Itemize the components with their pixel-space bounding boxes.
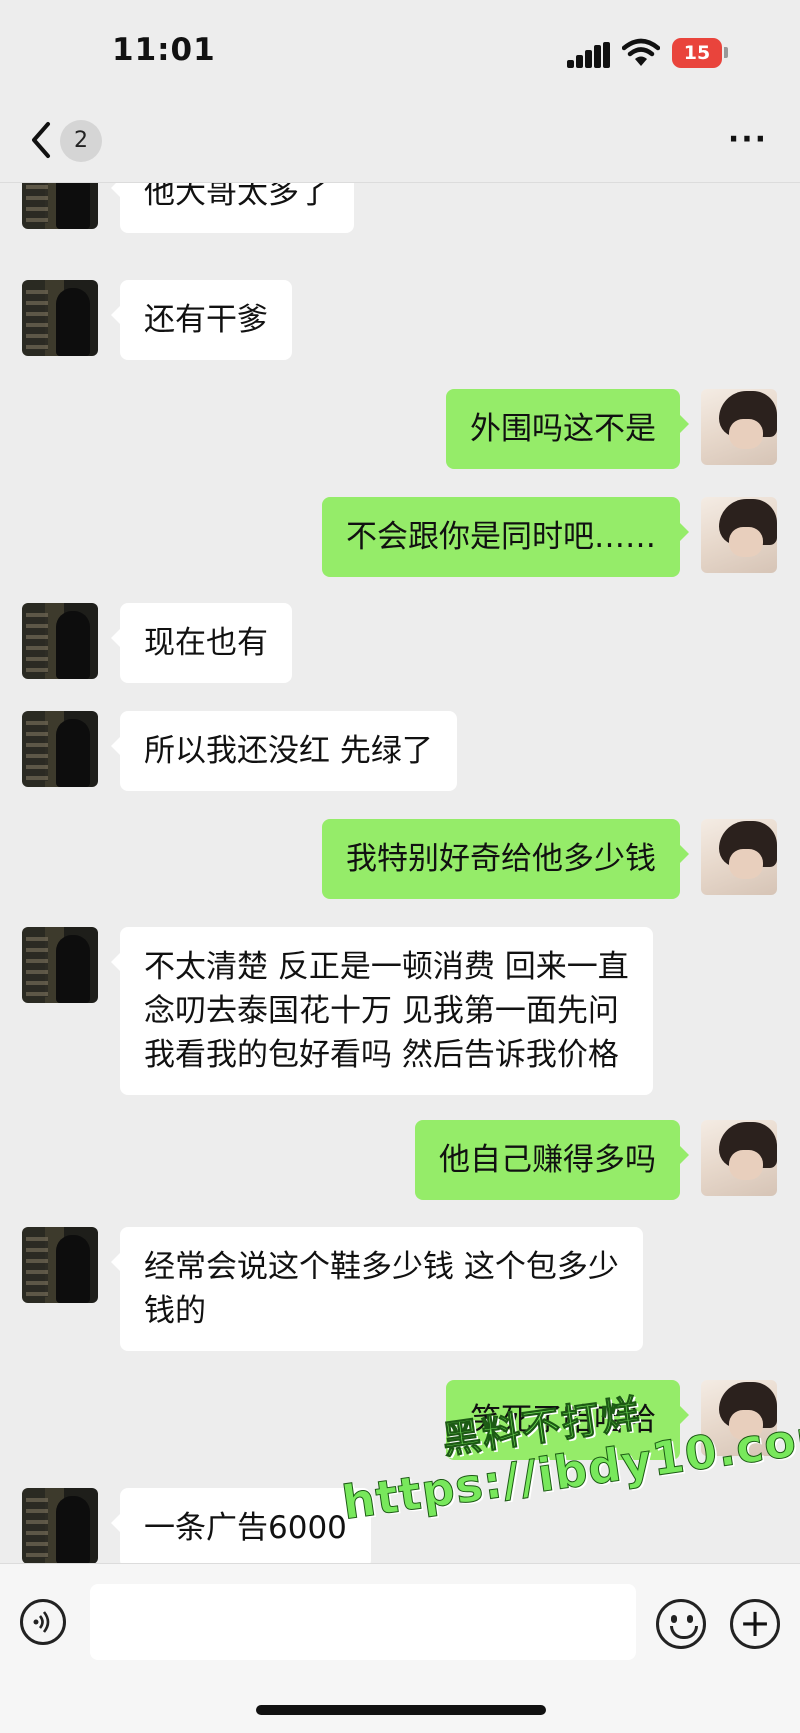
message-bubble[interactable]: 他自己赚得多吗 xyxy=(415,1120,689,1200)
status-bar: 11:01 15 xyxy=(0,0,800,100)
contact-avatar[interactable] xyxy=(22,1488,98,1563)
emoji-icon[interactable] xyxy=(656,1599,706,1649)
message-bubble[interactable]: 不会跟你是同时吧…… xyxy=(322,497,689,577)
contact-avatar[interactable] xyxy=(22,280,98,356)
voice-waves-icon xyxy=(33,1611,50,1633)
battery-tip xyxy=(724,47,728,58)
my-avatar[interactable] xyxy=(701,819,777,895)
message-text-field[interactable] xyxy=(90,1584,636,1660)
battery-indicator: 15 xyxy=(672,38,722,68)
message-bubble[interactable]: 他大哥太多了 xyxy=(111,183,354,233)
voice-icon[interactable] xyxy=(20,1599,66,1645)
wifi-icon xyxy=(622,38,660,66)
unread-count-badge[interactable]: 2 xyxy=(60,120,102,162)
contact-avatar[interactable] xyxy=(22,603,98,679)
my-avatar[interactable] xyxy=(701,1380,777,1456)
message-bubble[interactable]: 现在也有 xyxy=(111,603,292,683)
message-bubble[interactable]: 所以我还没红 先绿了 xyxy=(111,711,457,791)
chat-nav-bar: 2 ··· xyxy=(0,100,800,183)
message-bubble[interactable]: 还有干爹 xyxy=(111,280,292,360)
message-bubble[interactable]: 经常会说这个鞋多少钱 这个包多少 钱的 xyxy=(111,1227,643,1351)
chevron-left-icon[interactable] xyxy=(24,118,60,162)
message-bubble[interactable]: 我特别好奇给他多少钱 xyxy=(322,819,689,899)
my-avatar[interactable] xyxy=(701,497,777,573)
message-bubble[interactable]: 外围吗这不是 xyxy=(446,389,689,469)
contact-avatar[interactable] xyxy=(22,927,98,1003)
my-avatar[interactable] xyxy=(701,389,777,465)
contact-avatar[interactable] xyxy=(22,183,98,229)
chat-message-list[interactable]: 他大哥太多了 还有干爹 外围吗这不是 不会跟你是同时吧…… 现在也有 所以我还没… xyxy=(0,183,800,1563)
plus-icon[interactable]: + xyxy=(730,1599,780,1649)
message-bubble[interactable]: 笑死了哈哈哈 xyxy=(446,1380,689,1460)
more-options-button[interactable]: ··· xyxy=(724,122,772,162)
contact-avatar[interactable] xyxy=(22,1227,98,1303)
cellular-signal-icon xyxy=(567,42,611,68)
contact-avatar[interactable] xyxy=(22,711,98,787)
home-indicator xyxy=(256,1705,546,1715)
message-bubble[interactable]: 不太清楚 反正是一顿消费 回来一直 念叨去泰国花十万 见我第一面先问 我看我的包… xyxy=(111,927,653,1095)
my-avatar[interactable] xyxy=(701,1120,777,1196)
message-bubble[interactable]: 一条广告6000 xyxy=(111,1488,371,1563)
status-time: 11:01 xyxy=(112,32,216,68)
